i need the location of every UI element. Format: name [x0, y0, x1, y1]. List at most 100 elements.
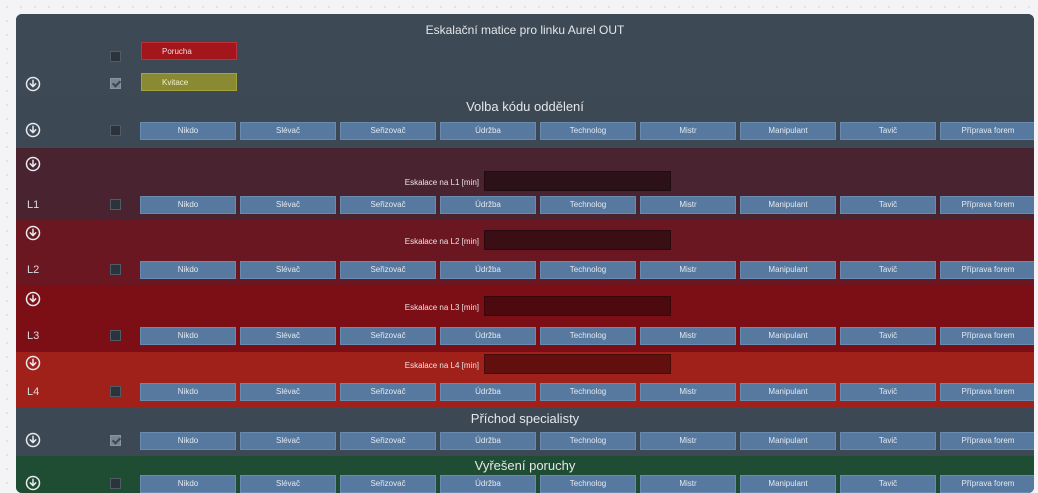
level-checkbox-l3[interactable] [110, 330, 121, 341]
l1-priprava-forem-button[interactable]: Příprava forem [940, 196, 1034, 214]
prichod-priprava-forem-button[interactable]: Příprava forem [940, 432, 1034, 450]
l4-nikdo-button[interactable]: Nikdo [140, 383, 236, 401]
prichod-title: Příchod specialisty [470, 411, 580, 426]
vyreseni-button-row: Nikdo Slévač Seřizovač Údržba Technolog Mistr… [140, 475, 1034, 493]
l4-udrzba-button[interactable]: Údržba [440, 383, 536, 401]
prichod-section: Příchod specialisty Nikdo Slévač Seřizovač… [16, 407, 1034, 456]
prichod-manipulant-button[interactable]: Manipulant [740, 432, 836, 450]
vyreseni-mistr-button[interactable]: Mistr [640, 475, 736, 493]
l1-nikdo-button[interactable]: Nikdo [140, 196, 236, 214]
l1-manipulant-button[interactable]: Manipulant [740, 196, 836, 214]
level-label-l3: L3 [27, 330, 40, 342]
escalation-input-l1[interactable] [484, 171, 671, 191]
l3-slevac-button[interactable]: Slévač [240, 327, 336, 345]
l1-tavic-button[interactable]: Tavič [840, 196, 936, 214]
prichod-serizovac-button[interactable]: Seřizovač [340, 432, 436, 450]
l3-udrzba-button[interactable]: Údržba [440, 327, 536, 345]
prichod-slevac-button[interactable]: Slévač [240, 432, 336, 450]
volba-checkbox[interactable] [110, 125, 121, 136]
circle-download-icon[interactable] [25, 76, 41, 92]
level-checkbox-l4[interactable] [110, 386, 121, 397]
l3-button-row: Nikdo Slévač Seřizovač Údržba Technolog Mistr… [140, 327, 1034, 345]
volba-mistr-button[interactable]: Mistr [640, 122, 736, 140]
vyreseni-technolog-button[interactable]: Technolog [540, 475, 636, 493]
l2-udrzba-button[interactable]: Údržba [440, 261, 536, 279]
circle-download-icon[interactable] [25, 432, 41, 448]
escalation-matrix-panel: Eskalační matice pro linku Aurel OUT Por… [16, 14, 1034, 493]
l4-manipulant-button[interactable]: Manipulant [740, 383, 836, 401]
volba-serizovac-button[interactable]: Seřizovač [340, 122, 436, 140]
circle-download-icon[interactable] [25, 291, 41, 307]
l1-serizovac-button[interactable]: Seřizovač [340, 196, 436, 214]
volba-udrzba-button[interactable]: Údržba [440, 122, 536, 140]
escalation-label-l3: Eskalace na L3 [min] [404, 303, 479, 312]
l1-mistr-button[interactable]: Mistr [640, 196, 736, 214]
l4-slevac-button[interactable]: Slévač [240, 383, 336, 401]
l4-button-row: Nikdo Slévač Seřizovač Údržba Technolog Mistr… [140, 383, 1034, 401]
porucha-checkbox[interactable] [110, 51, 121, 62]
circle-download-icon[interactable] [25, 122, 41, 138]
volba-tavic-button[interactable]: Tavič [840, 122, 936, 140]
l4-tavic-button[interactable]: Tavič [840, 383, 936, 401]
circle-download-icon[interactable] [25, 156, 41, 172]
escalation-label-l4: Eskalace na L4 [min] [404, 361, 479, 370]
circle-download-icon[interactable] [25, 355, 41, 371]
prichod-checkbox[interactable] [110, 435, 121, 446]
l1-technolog-button[interactable]: Technolog [540, 196, 636, 214]
prichod-udrzba-button[interactable]: Údržba [440, 432, 536, 450]
l3-tavic-button[interactable]: Tavič [840, 327, 936, 345]
level-checkbox-l1[interactable] [110, 199, 121, 210]
l2-slevac-button[interactable]: Slévač [240, 261, 336, 279]
prichod-tavic-button[interactable]: Tavič [840, 432, 936, 450]
level-label-l1: L1 [27, 199, 40, 211]
volba-nikdo-button[interactable]: Nikdo [140, 122, 236, 140]
escalation-label-l2: Eskalace na L2 [min] [404, 237, 479, 246]
vyreseni-tavic-button[interactable]: Tavič [840, 475, 936, 493]
vyreseni-slevac-button[interactable]: Slévač [240, 475, 336, 493]
l3-priprava-forem-button[interactable]: Příprava forem [940, 327, 1034, 345]
escalation-input-l4[interactable] [484, 354, 671, 374]
l2-manipulant-button[interactable]: Manipulant [740, 261, 836, 279]
volba-priprava-forem-button[interactable]: Příprava forem [940, 122, 1034, 140]
level-checkbox-l2[interactable] [110, 264, 121, 275]
vyreseni-serizovac-button[interactable]: Seřizovač [340, 475, 436, 493]
l3-mistr-button[interactable]: Mistr [640, 327, 736, 345]
l1-slevac-button[interactable]: Slévač [240, 196, 336, 214]
l2-serizovac-button[interactable]: Seřizovač [340, 261, 436, 279]
escalation-input-l3[interactable] [484, 296, 671, 316]
escalation-input-l2[interactable] [484, 230, 671, 250]
l1-button-row: Nikdo Slévač Seřizovač Údržba Technolog Mistr… [140, 196, 1034, 214]
l2-nikdo-button[interactable]: Nikdo [140, 261, 236, 279]
l2-priprava-forem-button[interactable]: Příprava forem [940, 261, 1034, 279]
l2-technolog-button[interactable]: Technolog [540, 261, 636, 279]
l1-udrzba-button[interactable]: Údržba [440, 196, 536, 214]
l4-technolog-button[interactable]: Technolog [540, 383, 636, 401]
kvitace-checkbox[interactable] [110, 78, 121, 89]
volba-title: Volba kódu oddělení [466, 99, 584, 114]
l3-nikdo-button[interactable]: Nikdo [140, 327, 236, 345]
vyreseni-udrzba-button[interactable]: Údržba [440, 475, 536, 493]
volba-technolog-button[interactable]: Technolog [540, 122, 636, 140]
page-title: Eskalační matice pro linku Aurel OUT [425, 23, 625, 37]
volba-slevac-button[interactable]: Slévač [240, 122, 336, 140]
level-section-l4: Eskalace na L4 [min] L4 Nikdo Slévač Seřiz… [16, 352, 1034, 407]
l2-tavic-button[interactable]: Tavič [840, 261, 936, 279]
vyreseni-checkbox[interactable] [110, 478, 121, 489]
prichod-technolog-button[interactable]: Technolog [540, 432, 636, 450]
vyreseni-manipulant-button[interactable]: Manipulant [740, 475, 836, 493]
l4-serizovac-button[interactable]: Seřizovač [340, 383, 436, 401]
prichod-nikdo-button[interactable]: Nikdo [140, 432, 236, 450]
volba-manipulant-button[interactable]: Manipulant [740, 122, 836, 140]
l4-priprava-forem-button[interactable]: Příprava forem [940, 383, 1034, 401]
circle-download-icon[interactable] [25, 475, 41, 491]
vyreseni-priprava-forem-button[interactable]: Příprava forem [940, 475, 1034, 493]
l3-serizovac-button[interactable]: Seřizovač [340, 327, 436, 345]
l3-technolog-button[interactable]: Technolog [540, 327, 636, 345]
vyreseni-nikdo-button[interactable]: Nikdo [140, 475, 236, 493]
prichod-mistr-button[interactable]: Mistr [640, 432, 736, 450]
level-label-l2: L2 [27, 264, 40, 276]
l4-mistr-button[interactable]: Mistr [640, 383, 736, 401]
l2-mistr-button[interactable]: Mistr [640, 261, 736, 279]
l3-manipulant-button[interactable]: Manipulant [740, 327, 836, 345]
circle-download-icon[interactable] [25, 225, 41, 241]
